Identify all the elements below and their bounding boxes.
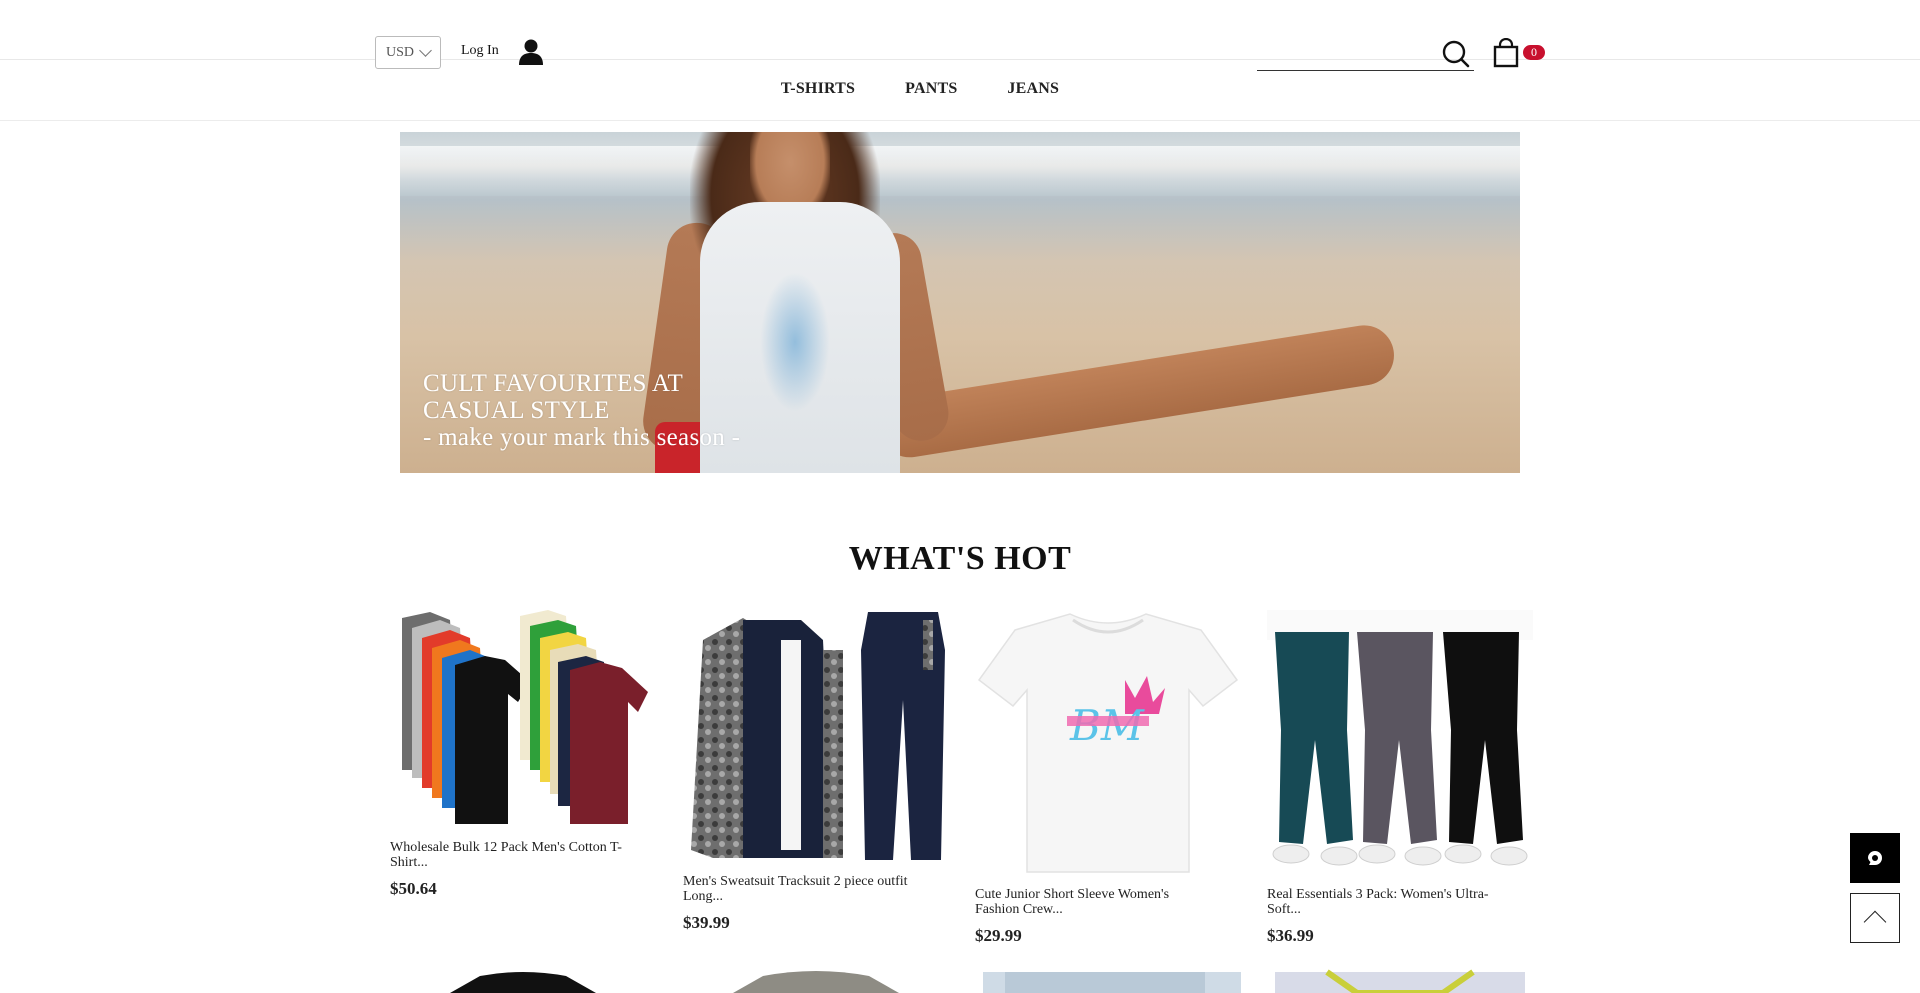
product-image[interactable] (1267, 610, 1533, 875)
product-card[interactable] (1267, 968, 1533, 993)
currency-selector[interactable]: USD (375, 36, 441, 69)
login-link[interactable]: Log In (461, 43, 499, 59)
main-nav: T-SHIRTS PANTS JEANS (0, 80, 1880, 98)
product-image[interactable] (683, 610, 949, 862)
hero-image-sea (400, 146, 1520, 196)
product-name[interactable]: Men's Sweatsuit Tracksuit 2 piece outfit… (683, 874, 923, 904)
product-card[interactable]: Wholesale Bulk 12 Pack Men's Cotton T-Sh… (390, 610, 656, 899)
cart-count-badge: 0 (1523, 45, 1545, 60)
back-to-top-button[interactable] (1850, 893, 1900, 943)
hero-line-2: CASUAL STYLE (423, 397, 610, 424)
product-price: $39.99 (683, 913, 730, 932)
product-card[interactable] (683, 968, 949, 993)
nav-item-jeans[interactable]: JEANS (1007, 80, 1059, 98)
hero-image-print (760, 272, 830, 412)
hero-image-leg (875, 321, 1399, 462)
header-divider (0, 59, 1920, 60)
nav-divider (0, 120, 1920, 121)
chevron-up-icon (1863, 910, 1887, 934)
chat-icon (1868, 851, 1882, 865)
chevron-down-icon (419, 43, 432, 57)
hero-caption: CULT FAVOURITES AT CASUAL STYLE - make y… (423, 370, 740, 451)
hero-banner[interactable]: CULT FAVOURITES AT CASUAL STYLE - make y… (400, 132, 1520, 473)
product-price: $29.99 (975, 926, 1022, 945)
chat-button[interactable] (1850, 833, 1900, 883)
product-card[interactable]: Men's Sweatsuit Tracksuit 2 piece outfit… (683, 610, 949, 933)
hero-line-3: - make your mark this season - (423, 424, 741, 451)
nav-item-pants[interactable]: PANTS (905, 80, 957, 98)
section-title: WHAT'S HOT (848, 540, 1072, 577)
nav-item-tshirts[interactable]: T-SHIRTS (781, 80, 855, 98)
search-icon[interactable] (1441, 39, 1471, 69)
product-name[interactable]: Cute Junior Short Sleeve Women's Fashion… (975, 887, 1215, 917)
shopping-bag-icon[interactable] (1493, 38, 1519, 68)
product-card[interactable]: Real Essentials 3 Pack: Women's Ultra-So… (1267, 610, 1533, 946)
product-card[interactable] (975, 968, 1241, 993)
currency-label: USD (385, 44, 414, 60)
product-card[interactable] (390, 968, 656, 993)
product-price: $50.64 (390, 879, 437, 898)
product-price: $36.99 (1267, 926, 1314, 945)
hero-line-1: CULT FAVOURITES AT (423, 370, 684, 397)
product-card[interactable]: BM Cute Junior Short Sleeve Women's Fash… (975, 610, 1241, 946)
product-name[interactable]: Real Essentials 3 Pack: Women's Ultra-So… (1267, 887, 1507, 917)
product-image[interactable]: BM (975, 610, 1241, 875)
product-image[interactable] (390, 610, 656, 828)
product-name[interactable]: Wholesale Bulk 12 Pack Men's Cotton T-Sh… (390, 840, 630, 870)
user-icon[interactable] (518, 38, 544, 66)
